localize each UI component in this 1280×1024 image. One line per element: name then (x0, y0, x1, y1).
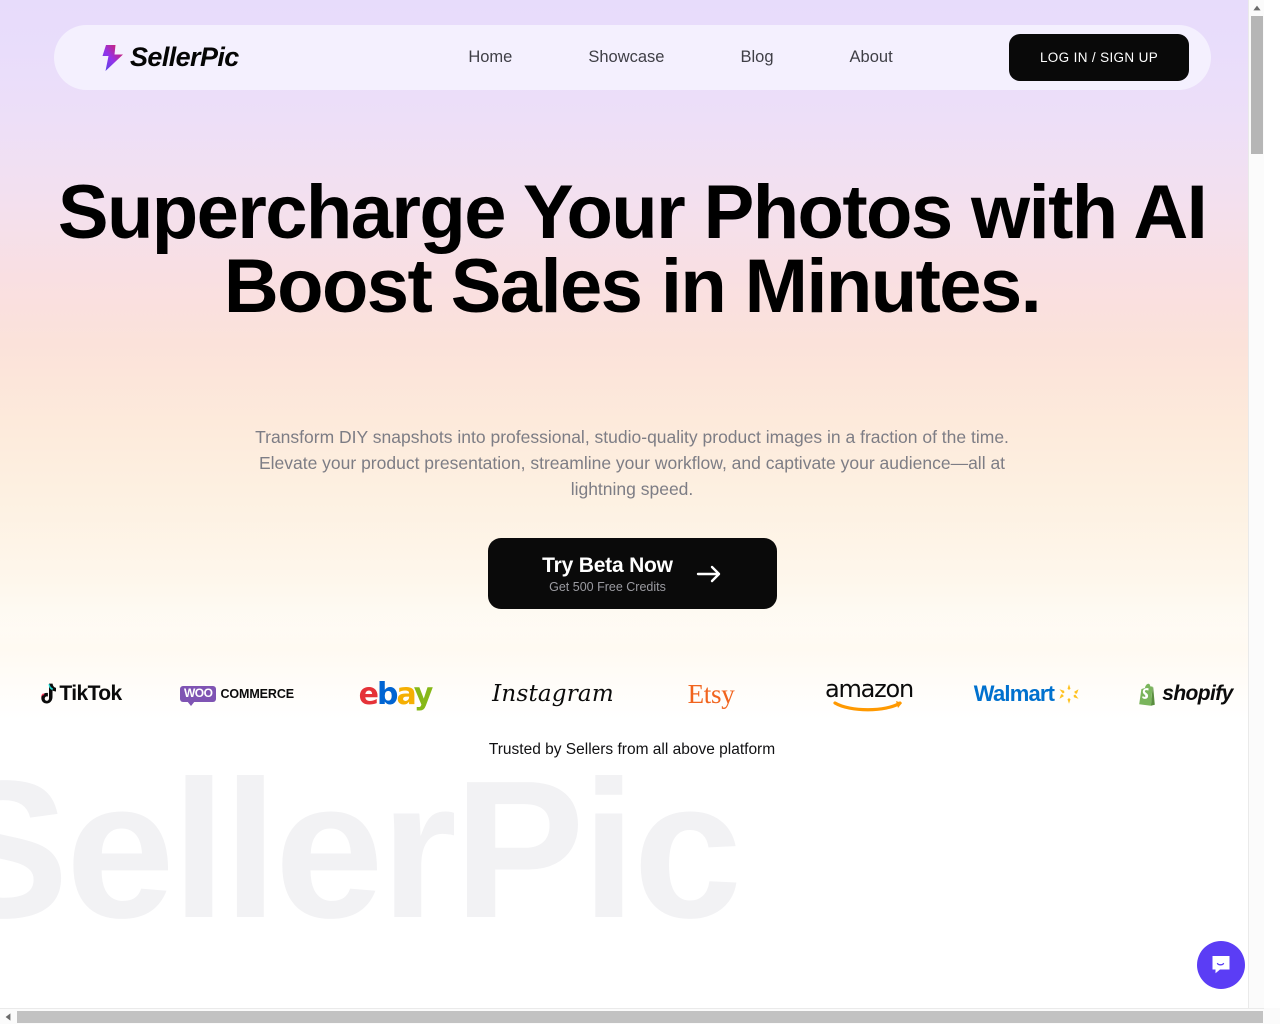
ebay-letter-e: e (358, 676, 379, 712)
logo[interactable]: SellerPic (102, 42, 352, 73)
instagram-wordmark: Instagram (492, 681, 614, 707)
nav-item-showcase[interactable]: Showcase (550, 40, 702, 75)
walmart-spark-icon (1059, 684, 1079, 704)
tiktok-logo: TikTok (36, 682, 122, 706)
scrollbar-corner (1264, 1008, 1280, 1024)
sellerpic-watermark: SellerPic (0, 752, 742, 948)
chevron-up-icon (1253, 5, 1261, 11)
shopify-wordmark: shopify (1162, 682, 1233, 705)
amazon-logo: amazon (825, 675, 914, 714)
woocommerce-logo: WOO COMMERCE (179, 686, 294, 706)
cta-title: Try Beta Now (542, 553, 673, 577)
brand-logo-ebay: ebay (316, 664, 474, 724)
woo-badge: WOO (179, 686, 217, 706)
scroll-up-button[interactable] (1249, 0, 1264, 16)
page-title: Supercharge Your Photos with AI Boost Sa… (0, 175, 1264, 329)
brand-logo-etsy: Etsy (632, 664, 790, 724)
arrow-right-icon (696, 565, 721, 582)
nav-item-blog[interactable]: Blog (703, 40, 812, 75)
site-header: SellerPic Home Showcase Blog About LOG I… (54, 25, 1211, 90)
shopify-bag-icon (1139, 683, 1156, 706)
headline-line-1: Supercharge Your Photos with AI (57, 170, 1208, 255)
tiktok-note-icon (41, 683, 57, 704)
horizontal-scrollbar[interactable] (0, 1008, 1280, 1024)
browser-viewport: SellerPic Home Showcase Blog About LOG I… (0, 0, 1280, 1024)
vertical-scrollbar-thumb[interactable] (1251, 16, 1263, 154)
amazon-smile-icon (833, 700, 902, 711)
ebay-wordmark: ebay (358, 676, 434, 712)
hero-subtitle: Transform DIY snapshots into professiona… (255, 427, 1009, 499)
brand-logo-shopify: shopify (1106, 664, 1264, 724)
page-content: SellerPic Home Showcase Blog About LOG I… (0, 0, 1264, 1008)
shopify-logo: shopify (1137, 682, 1233, 706)
login-signup-button[interactable]: LOG IN / SIGN UP (1009, 34, 1189, 81)
chat-bubble-smile-icon (1212, 956, 1230, 974)
walmart-wordmark: Walmart (973, 681, 1055, 706)
ebay-letter-a: a (396, 676, 415, 712)
logo-text: SellerPic (130, 42, 239, 72)
nav-item-about[interactable]: About (812, 40, 931, 75)
brand-logo-amazon: amazon (790, 664, 948, 724)
tiktok-wordmark: TikTok (59, 682, 122, 705)
cta-subtitle: Get 500 Free Credits (549, 579, 666, 594)
horizontal-scrollbar-thumb[interactable] (17, 1010, 1263, 1023)
lightning-bolt-icon (102, 44, 123, 71)
brand-logo-instagram: Instagram (474, 664, 632, 724)
woocommerce-wordmark: COMMERCE (220, 687, 294, 701)
ebay-letter-b: b (376, 676, 399, 712)
cta-text-group: Try Beta Now Get 500 Free Credits (542, 554, 673, 594)
main-navigation: Home Showcase Blog About (352, 40, 1009, 75)
headline-line-2: Boost Sales in Minutes. (223, 244, 1042, 329)
chat-widget-button[interactable] (1197, 941, 1245, 989)
chevron-left-icon (5, 1012, 11, 1021)
try-beta-now-button[interactable]: Try Beta Now Get 500 Free Credits (488, 538, 777, 609)
brand-logo-tiktok: TikTok (0, 664, 158, 724)
etsy-wordmark: Etsy (687, 678, 735, 709)
walmart-logo: Walmart (974, 681, 1080, 707)
ebay-letter-y: y (413, 676, 434, 712)
brand-logo-woocommerce: WOO COMMERCE (158, 664, 316, 724)
brand-logo-strip: TikTok WOO COMMERCE ebay Instagram Etsy (0, 664, 1264, 724)
brand-logo-walmart: Walmart (948, 664, 1106, 724)
nav-item-home[interactable]: Home (430, 40, 550, 75)
scroll-left-button[interactable] (0, 1009, 16, 1024)
vertical-scrollbar[interactable] (1248, 0, 1264, 1008)
